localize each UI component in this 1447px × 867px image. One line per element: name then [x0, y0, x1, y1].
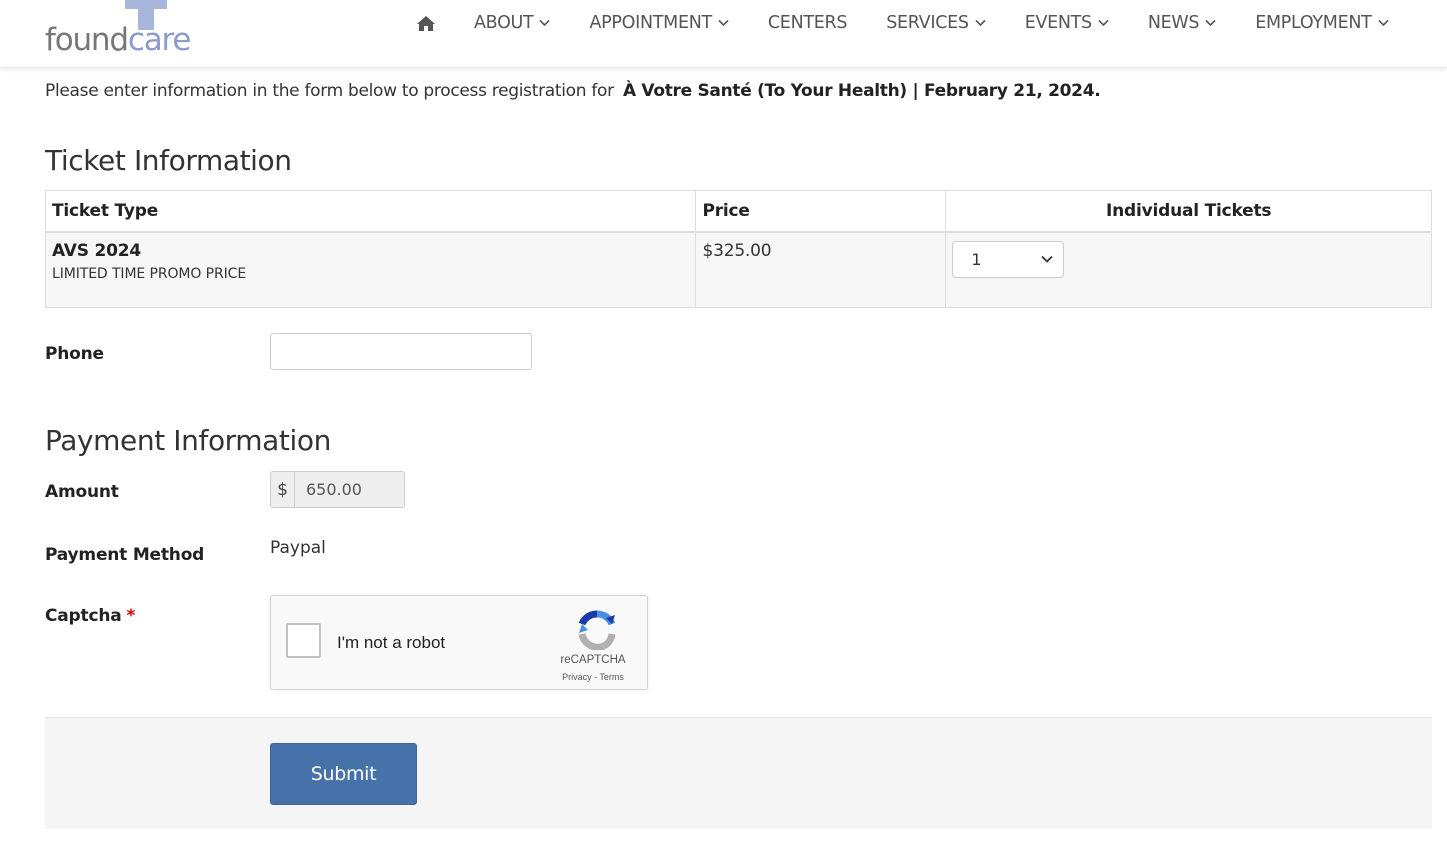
site-header: foundcare ABOUT APPOINTMENT CENTERS SERV… — [0, 0, 1447, 68]
ticket-type-cell: AVS 2024 LIMITED TIME PROMO PRICE — [44, 231, 697, 308]
recaptcha-widget: I'm not a robot reCAPTCHA Privacy - Term… — [270, 595, 648, 690]
ticket-quantity-cell: 1 — [945, 231, 1432, 308]
chevron-down-icon — [1205, 19, 1216, 27]
captcha-checkbox-label: I'm not a robot — [337, 633, 446, 652]
ticket-table: Ticket Type Price Individual Tickets AVS… — [44, 190, 1432, 308]
event-name: À Votre Santé (To Your Health) | Februar… — [622, 81, 1101, 101]
nav-centers[interactable]: CENTERS — [768, 13, 848, 33]
logo-wordmark: foundcare — [45, 22, 191, 58]
column-header-price: Price — [695, 190, 947, 233]
nav-news[interactable]: NEWS — [1148, 13, 1216, 33]
payment-method-label: Payment Method — [45, 545, 205, 565]
nav-services[interactable]: SERVICES — [886, 13, 986, 33]
captcha-label: Captcha * — [45, 606, 135, 626]
nav-home[interactable] — [410, 15, 436, 32]
ticket-price-cell: $325.00 — [695, 231, 947, 308]
site-logo[interactable]: foundcare — [45, 0, 215, 64]
submit-button[interactable]: Submit — [270, 743, 417, 805]
payment-section-title: Payment Information — [45, 424, 331, 457]
intro-text: Please enter information in the form bel… — [45, 81, 614, 101]
column-header-ticket-type: Ticket Type — [44, 190, 697, 233]
payment-method-value: Paypal — [270, 538, 326, 558]
chevron-down-icon — [975, 19, 986, 27]
registration-intro: Please enter information in the form bel… — [45, 81, 1101, 101]
chevron-down-icon — [1041, 255, 1053, 263]
required-mark: * — [126, 606, 136, 626]
form-actions: Submit — [45, 717, 1432, 829]
chevron-down-icon — [718, 19, 729, 27]
nav-events[interactable]: EVENTS — [1025, 13, 1109, 33]
chevron-down-icon — [1098, 19, 1109, 27]
phone-input[interactable] — [270, 333, 532, 370]
home-icon — [417, 15, 435, 31]
amount-field: $ 650.00 — [270, 471, 405, 508]
nav-about[interactable]: ABOUT — [474, 13, 551, 33]
ticket-description: LIMITED TIME PROMO PRICE — [52, 265, 247, 282]
recaptcha-brand: reCAPTCHA — [560, 654, 626, 666]
ticket-price: $325.00 — [702, 240, 772, 261]
recaptcha-logo-icon — [578, 610, 616, 650]
ticket-quantity-select[interactable]: 1 — [952, 240, 1065, 278]
main-nav: ABOUT APPOINTMENT CENTERS SERVICES EVENT… — [410, 0, 1389, 46]
amount-value: 650.00 — [295, 472, 404, 507]
captcha-label-text: Captcha — [45, 606, 122, 626]
chevron-down-icon — [539, 19, 551, 27]
chevron-down-icon — [1377, 19, 1389, 27]
table-row: AVS 2024 LIMITED TIME PROMO PRICE $325.0… — [44, 231, 1432, 308]
ticket-section-title: Ticket Information — [45, 144, 292, 177]
nav-employment[interactable]: EMPLOYMENT — [1255, 13, 1389, 33]
currency-symbol: $ — [271, 472, 295, 507]
phone-label: Phone — [45, 344, 104, 364]
nav-appointment[interactable]: APPOINTMENT — [589, 13, 729, 33]
column-header-individual-tickets: Individual Tickets — [945, 190, 1432, 233]
amount-label: Amount — [45, 482, 119, 502]
ticket-name: AVS 2024 — [52, 240, 142, 261]
ticket-quantity-value: 1 — [971, 249, 982, 269]
table-header-row: Ticket Type Price Individual Tickets — [44, 190, 1432, 233]
captcha-checkbox[interactable] — [286, 623, 321, 658]
recaptcha-links[interactable]: Privacy - Terms — [545, 672, 641, 682]
